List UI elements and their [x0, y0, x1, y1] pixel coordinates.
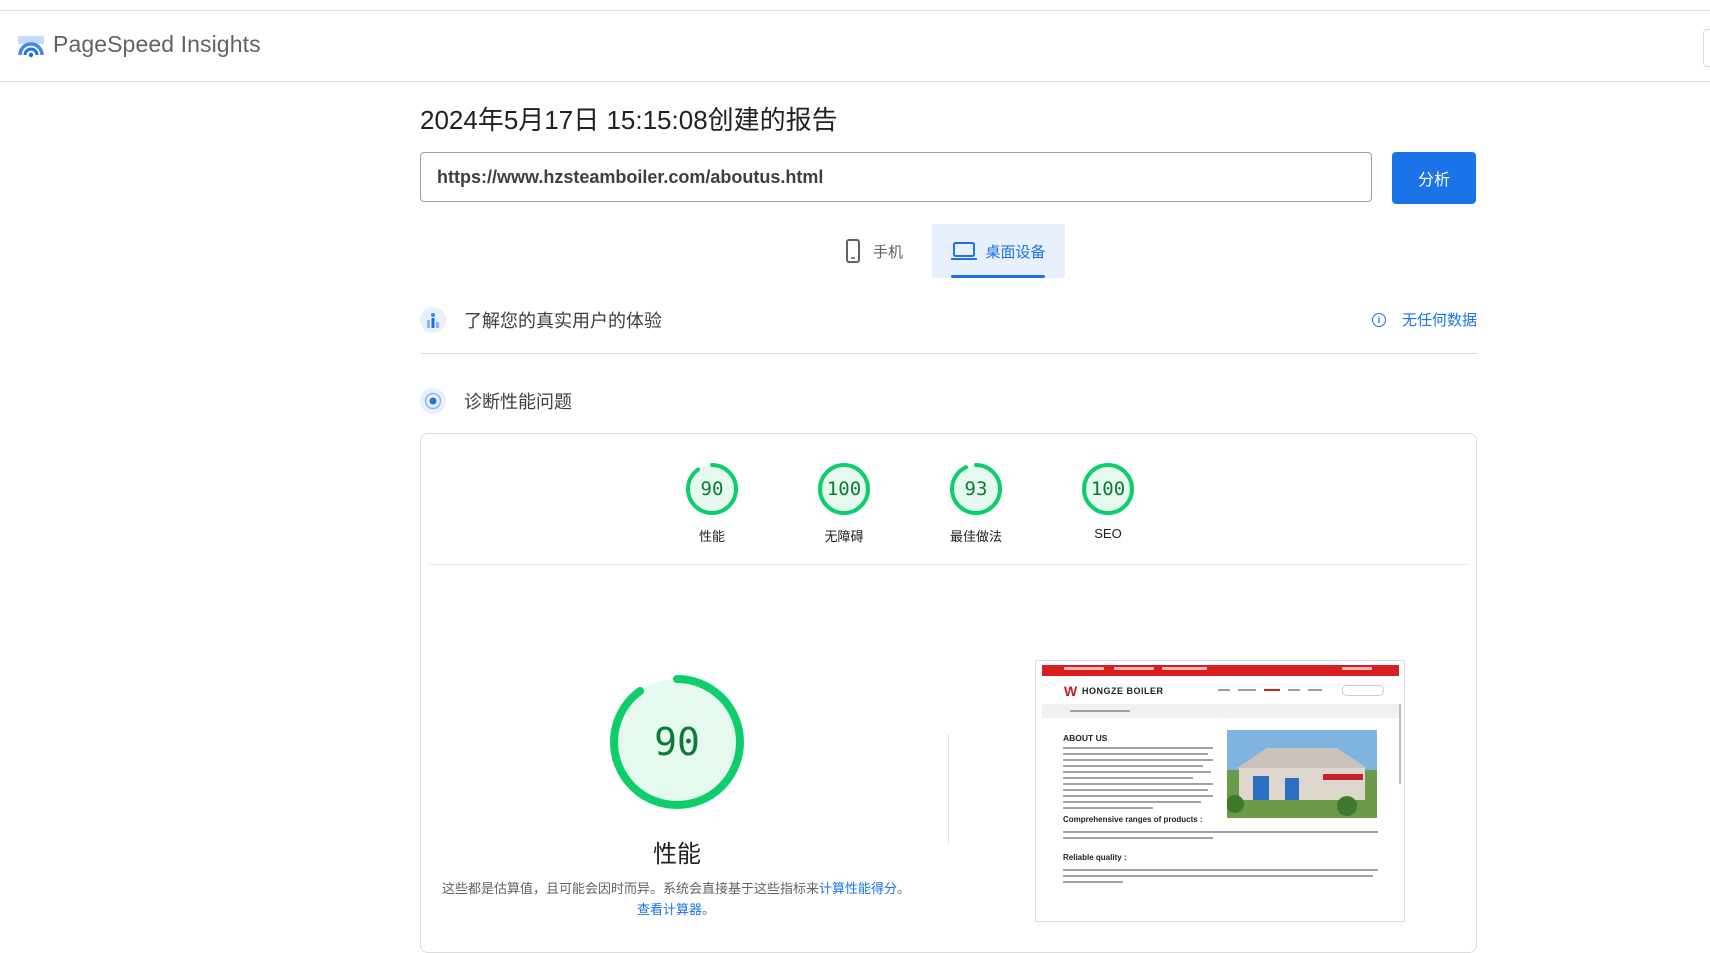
site-heading-products: Comprehensive ranges of products :	[1063, 815, 1203, 824]
diagnose-section: 诊断性能问题	[420, 381, 1477, 421]
score-gauge-accessibility[interactable]: 100 无障碍	[804, 462, 884, 545]
gauge-ring: 100	[1081, 462, 1135, 516]
laptop-icon	[951, 242, 978, 260]
note-end: 。	[702, 902, 716, 917]
tab-mobile[interactable]: 手机	[845, 224, 931, 278]
gauge-ring: 93	[949, 462, 1003, 516]
site-name: HONGZE BOILER	[1082, 686, 1164, 696]
app-title[interactable]: PageSpeed Insights	[53, 31, 261, 58]
gauge-score: 100	[1090, 478, 1126, 500]
note-separator: 。	[897, 881, 911, 896]
gauge-score: 100	[826, 478, 862, 500]
people-chart-icon	[420, 307, 446, 333]
estimate-note: 这些都是估算值，且可能会因时而异。系统会直接基于这些指标来计算性能得分。查看计算…	[441, 878, 911, 920]
gauge-label: 无障碍	[824, 529, 864, 544]
gauge-label: 最佳做法	[949, 529, 1002, 544]
gauge-ring: 100	[817, 462, 871, 516]
score-gauge-best-practices[interactable]: 93 最佳做法	[936, 462, 1016, 545]
field-data-section: 了解您的真实用户的体验 i 无任何数据	[420, 300, 1477, 340]
performance-big-gauge: 90	[609, 674, 745, 810]
site-heading-about: ABOUT US	[1063, 733, 1108, 743]
field-data-title: 了解您的真实用户的体验	[464, 311, 662, 331]
performance-big-score: 90	[654, 720, 700, 764]
url-input-value: https://www.hzsteamboiler.com/aboutus.ht…	[437, 166, 824, 187]
site-search-box	[1342, 685, 1384, 696]
no-data-link[interactable]: i 无任何数据	[1371, 309, 1477, 330]
section-divider	[420, 353, 1477, 354]
vertical-divider	[948, 734, 949, 844]
site-scrollbar	[1399, 704, 1401, 784]
site-topbar	[1042, 665, 1399, 676]
diagnose-title: 诊断性能问题	[464, 392, 572, 412]
site-navbar: W HONGZE BOILER	[1042, 676, 1399, 704]
tab-desktop-label: 桌面设备	[985, 243, 1046, 261]
gauge-label: 性能	[698, 529, 725, 544]
report-title: 2024年5月17日 15:15:08创建的报告	[420, 105, 838, 135]
gauge-score: 90	[700, 478, 724, 500]
site-factory-photo	[1227, 730, 1377, 818]
analyze-button[interactable]: 分析	[1392, 152, 1476, 204]
gauge-ring: 90	[685, 462, 739, 516]
selected-tab-indicator	[951, 275, 1045, 278]
site-heading-quality: Reliable quality :	[1063, 853, 1127, 862]
tab-mobile-label: 手机	[873, 243, 904, 261]
card-divider	[429, 564, 1468, 565]
performance-big-label: 性能	[653, 841, 701, 868]
score-gauge-performance[interactable]: 90 性能	[672, 462, 752, 545]
info-icon: i	[1371, 312, 1386, 327]
estimate-note-text: 这些都是估算值，且可能会因时而异。系统会直接基于这些指标来	[441, 881, 819, 896]
header-right-control[interactable]	[1703, 29, 1710, 67]
tab-desktop[interactable]: 桌面设备	[932, 224, 1065, 278]
score-gauge-seo[interactable]: 100 SEO	[1068, 462, 1148, 541]
calc-score-link[interactable]: 计算性能得分	[819, 881, 897, 896]
site-logo-icon: W	[1064, 683, 1078, 699]
gauge-label: SEO	[1094, 526, 1122, 541]
no-data-label: 无任何数据	[1401, 312, 1477, 329]
calculator-link[interactable]: 查看计算器	[637, 902, 702, 917]
phone-icon	[846, 239, 860, 263]
url-input[interactable]: https://www.hzsteamboiler.com/aboutus.ht…	[420, 152, 1372, 202]
app-header: PageSpeed Insights	[0, 11, 1710, 82]
lighthouse-card: 90 性能 100 无障碍 93 最佳做法 100 SEO 90 性能 这些都是…	[420, 433, 1477, 953]
gauge-dot-icon	[420, 388, 446, 414]
page-screenshot[interactable]: W HONGZE BOILER ABOUT US Comprehensive r…	[1035, 660, 1405, 922]
gauge-score: 93	[964, 478, 988, 500]
site-breadcrumb	[1042, 704, 1399, 718]
pagespeed-logo-icon[interactable]	[17, 33, 45, 61]
